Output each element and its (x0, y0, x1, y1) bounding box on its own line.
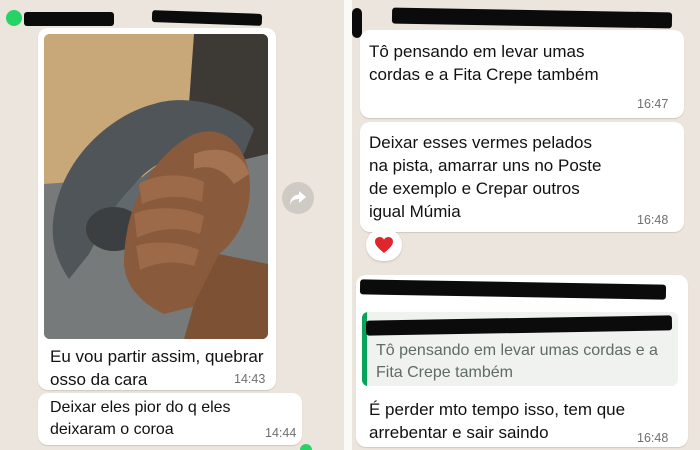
message-text: É perder mto tempo isso, tem que arreben… (369, 400, 626, 442)
brass-knuckles-photo[interactable] (44, 34, 268, 339)
left-chat-panel: Eu vou partir assim, quebrar osso da car… (0, 0, 344, 450)
message-text: Deixar eles pior do q eles deixaram o co… (50, 399, 231, 438)
quoted-message-text: Tô pensando em levar umas cordas e a Fit… (376, 342, 658, 381)
photo-image (44, 34, 268, 339)
online-indicator (6, 10, 22, 26)
message-timestamp: 14:43 (234, 372, 266, 386)
reaction-badge[interactable] (366, 229, 402, 261)
redacted-header-name (391, 7, 673, 29)
forward-arrow-icon (290, 191, 306, 205)
heart-icon (375, 237, 393, 253)
message-text: Deixar esses vermes pelados na pista, am… (369, 133, 602, 221)
message-timestamp: 16:47 (637, 97, 669, 111)
panel-divider (344, 0, 352, 450)
redacted-header-name (151, 10, 263, 26)
redacted-header-name (352, 8, 362, 38)
online-indicator (300, 444, 312, 450)
message-timestamp: 16:48 (637, 431, 669, 445)
redacted-header-name (24, 12, 114, 26)
message-timestamp: 14:44 (265, 426, 297, 440)
forward-button[interactable] (282, 182, 314, 214)
message-timestamp: 16:48 (637, 213, 669, 227)
message-text: Tô pensando em levar umas cordas e a Fit… (369, 42, 599, 84)
